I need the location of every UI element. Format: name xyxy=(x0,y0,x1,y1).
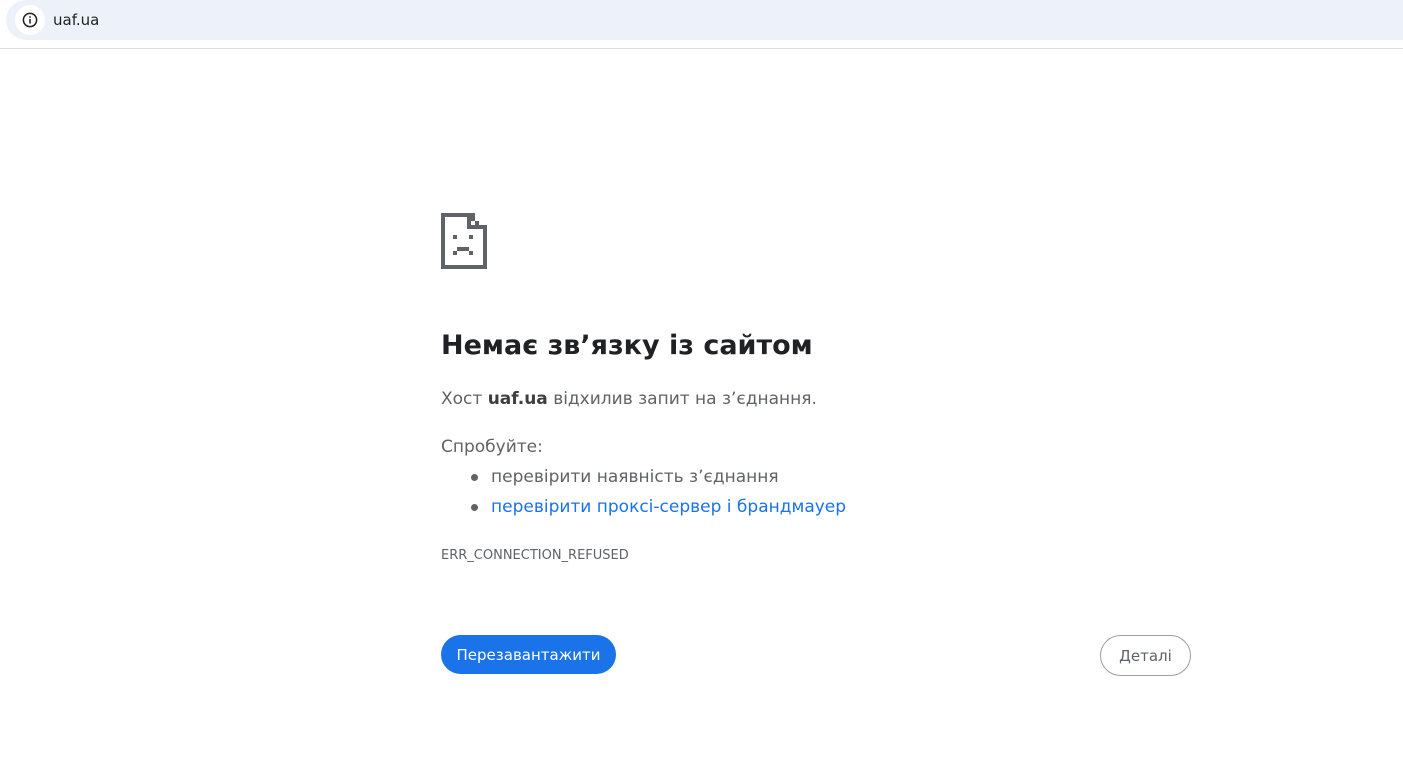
sad-document-icon xyxy=(441,213,487,269)
page-title: Немає звʼязку із сайтом xyxy=(441,330,813,361)
browser-toolbar: uaf.ua xyxy=(0,0,1403,49)
suggestion-check-proxy: перевірити проксі-сервер і брандмауер xyxy=(441,495,846,525)
info-circle-icon xyxy=(22,12,38,28)
suggestions-heading: Спробуйте: xyxy=(441,437,543,457)
summary-host: uaf.ua xyxy=(487,389,548,409)
suggestion-text: перевірити наявність зʼєднання xyxy=(491,467,779,487)
check-proxy-link[interactable]: перевірити проксі-сервер і брандмауер xyxy=(491,497,846,517)
details-button[interactable]: Деталі xyxy=(1100,635,1191,676)
site-info-button[interactable] xyxy=(15,5,45,35)
bullet-icon xyxy=(471,474,478,481)
address-bar[interactable]: uaf.ua xyxy=(6,0,1403,40)
url-text[interactable]: uaf.ua xyxy=(53,10,99,30)
error-code: ERR_CONNECTION_REFUSED xyxy=(441,548,629,563)
summary-prefix: Хост xyxy=(441,389,483,409)
suggestions-list: перевірити наявність зʼєднання перевірит… xyxy=(441,465,846,525)
bullet-icon xyxy=(471,504,478,511)
suggestion-check-connection: перевірити наявність зʼєднання xyxy=(441,465,846,495)
summary-suffix: відхилив запит на зʼєднання. xyxy=(553,389,817,409)
error-summary: Хост uaf.ua відхилив запит на зʼєднання. xyxy=(441,387,817,411)
reload-button[interactable]: Перезавантажити xyxy=(441,635,616,674)
